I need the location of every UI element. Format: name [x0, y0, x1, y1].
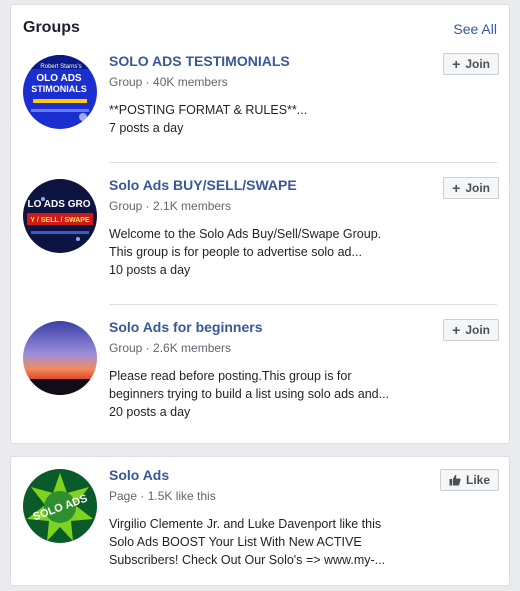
like-button[interactable]: Like: [439, 469, 499, 491]
groups-card: Groups See All Robert Starns's OLO ADS S…: [10, 4, 510, 444]
group-title[interactable]: SOLO ADS TESTIMONIALS: [109, 53, 290, 69]
group-item-solo-ads-for-beginners: Solo Ads for beginners Group · 2.6K memb…: [11, 309, 511, 439]
desc-line: **POSTING FORMAT & RULES**...: [109, 103, 308, 117]
plus-icon: +: [452, 180, 461, 196]
page-item-solo-ads: SOLO ADS Solo Ads Page · 1.5K like this …: [11, 457, 511, 587]
see-all-link[interactable]: See All: [453, 21, 497, 37]
group-title[interactable]: Solo Ads for beginners: [109, 319, 263, 335]
desc-line: Please read before posting.This group is…: [109, 369, 352, 383]
join-button[interactable]: + Join: [443, 177, 499, 199]
desc-line: 7 posts a day: [109, 121, 184, 135]
join-label: Join: [465, 57, 490, 71]
svg-text:Robert Starns's: Robert Starns's: [40, 64, 81, 70]
like-label: Like: [465, 473, 490, 487]
desc-line: Virgilio Clemente Jr. and Luke Davenport…: [109, 517, 382, 531]
join-label: Join: [465, 323, 490, 337]
group-item-solo-ads-testimonials: Robert Starns's OLO ADS STIMONIALS SOLO …: [11, 43, 511, 173]
svg-text:LO ADS GRO: LO ADS GRO: [28, 199, 91, 210]
group-meta: Group · 2.6K members: [109, 341, 232, 355]
group-description: **POSTING FORMAT & RULES**... 7 posts a …: [109, 101, 429, 137]
join-label: Join: [465, 181, 490, 195]
desc-line: 20 posts a day: [109, 405, 191, 419]
group-description: Please read before posting.This group is…: [109, 367, 429, 421]
svg-text:STIMONIALS: STIMONIALS: [31, 84, 87, 94]
desc-line: Welcome to the Solo Ads Buy/Sell/Swape G…: [109, 227, 382, 241]
group-meta: Group · 2.1K members: [109, 199, 232, 213]
plus-icon: +: [452, 56, 461, 72]
group-avatar[interactable]: [23, 321, 97, 395]
group-description: Welcome to the Solo Ads Buy/Sell/Swape G…: [109, 225, 429, 279]
thumbs-up-icon: [449, 474, 461, 486]
desc-line: Subscribers! Check Out Our Solo's => www…: [109, 553, 386, 567]
plus-icon: +: [452, 322, 461, 338]
divider: [109, 304, 497, 305]
group-avatar[interactable]: LO ADS GRO Y / SELL / SWAPE: [23, 179, 97, 253]
group-meta: Group · 40K members: [109, 75, 228, 89]
group-avatar[interactable]: Robert Starns's OLO ADS STIMONIALS: [23, 55, 97, 129]
page-meta: Page · 1.5K like this: [109, 489, 216, 503]
join-button[interactable]: + Join: [443, 319, 499, 341]
svg-text:OLO ADS: OLO ADS: [36, 73, 82, 84]
group-item-solo-ads-buy-sell-swape: LO ADS GRO Y / SELL / SWAPE Solo Ads BUY…: [11, 167, 511, 297]
group-title[interactable]: Solo Ads BUY/SELL/SWAPE: [109, 177, 297, 193]
desc-line: Solo Ads BOOST Your List With New ACTIVE: [109, 535, 362, 549]
page-card: SOLO ADS Solo Ads Page · 1.5K like this …: [10, 456, 510, 586]
desc-line: 10 posts a day: [109, 263, 191, 277]
desc-line: This group is for people to advertise so…: [109, 245, 362, 259]
desc-line: beginners trying to build a list using s…: [109, 387, 390, 401]
join-button[interactable]: + Join: [443, 53, 499, 75]
page-description: Virgilio Clemente Jr. and Luke Davenport…: [109, 515, 429, 569]
page-avatar[interactable]: SOLO ADS: [23, 469, 97, 543]
svg-text:Y / SELL / SWAPE: Y / SELL / SWAPE: [30, 217, 90, 224]
divider: [109, 162, 497, 163]
groups-header: Groups: [23, 19, 80, 36]
page-title[interactable]: Solo Ads: [109, 467, 169, 483]
